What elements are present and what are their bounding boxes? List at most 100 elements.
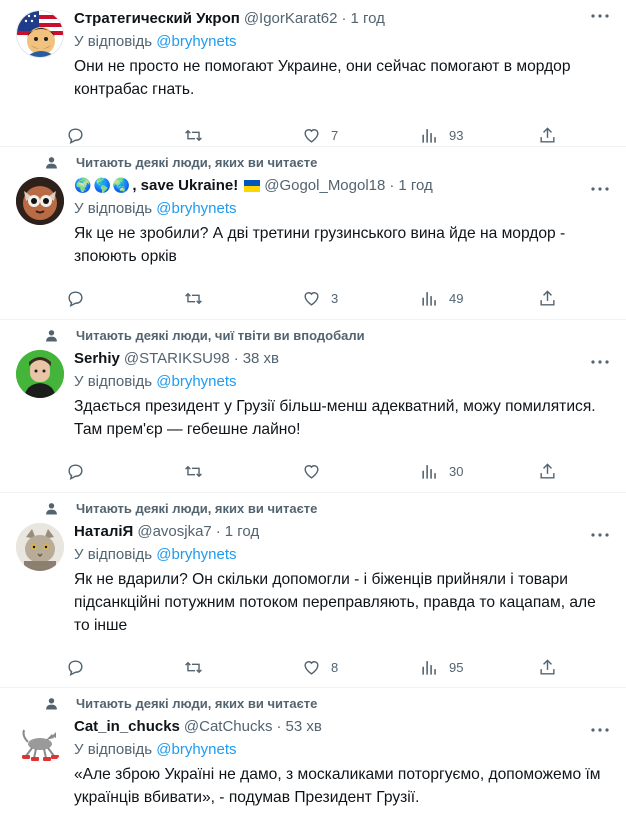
more-options-button[interactable] — [590, 352, 610, 372]
share-icon — [540, 126, 555, 143]
separator-dot: · — [215, 522, 221, 540]
reply-button[interactable] — [66, 462, 146, 481]
separator-dot: · — [341, 9, 347, 27]
view-count: 30 — [449, 463, 464, 479]
more-options-button[interactable] — [590, 6, 610, 26]
avatar[interactable] — [16, 350, 64, 398]
avatar[interactable] — [16, 718, 64, 766]
reply-mention-link[interactable]: @bryhynets — [156, 373, 236, 390]
reply-context: У відповідь @bryhynets — [74, 370, 610, 394]
reply-prefix: У відповідь — [74, 33, 153, 50]
timestamp[interactable]: 1 год — [350, 10, 384, 27]
reply-mention-link[interactable]: @bryhynets — [156, 741, 236, 758]
share-button[interactable] — [538, 462, 562, 481]
like-count: 3 — [331, 290, 339, 306]
like-button[interactable]: 8 — [302, 658, 382, 677]
tweet-text: «Але зброю Україні не дамо, з москаликам… — [74, 766, 601, 806]
reply-mention-link[interactable]: @bryhynets — [156, 546, 236, 563]
retweet-button[interactable] — [184, 126, 264, 145]
tweet[interactable]: Читають деякі люди, яких ви читаєте Ната… — [0, 493, 626, 688]
reply-mention-link[interactable]: @bryhynets — [156, 200, 236, 217]
social-context: Читають деякі люди, яких ви читаєте — [16, 151, 610, 173]
display-name[interactable]: Стратегический Укроп — [74, 10, 240, 27]
tweet-text: Як це не зробили? А дві третини грузинсь… — [74, 225, 566, 265]
reply-context: У відповідь @bryhynets — [74, 543, 610, 567]
reply-button[interactable] — [66, 658, 146, 677]
social-context-text: Читають деякі люди, чиї твіти ви вподоба… — [76, 327, 365, 343]
user-handle[interactable]: @IgorKarat62 — [244, 10, 338, 27]
ellipsis-icon — [591, 360, 609, 364]
share-button[interactable] — [538, 289, 562, 308]
tweet-text: Як не вдарили? Он скільки допомогли - і … — [74, 571, 596, 634]
reply-button[interactable] — [66, 126, 146, 145]
social-context-text: Читають деякі люди, яких ви читаєте — [76, 154, 318, 170]
timestamp[interactable]: 53 хв — [285, 718, 321, 735]
social-context: Читають деякі люди, чиї твіти ви вподоба… — [16, 324, 610, 346]
user-handle[interactable]: @CatChucks — [184, 718, 273, 735]
more-options-button[interactable] — [590, 179, 610, 199]
ellipsis-icon — [591, 728, 609, 732]
view-count: 95 — [449, 659, 464, 675]
tweet[interactable]: Читають деякі люди, яких ви читаєте 🌍 🌎 … — [0, 147, 626, 320]
reply-mention-link[interactable]: @bryhynets — [156, 33, 236, 50]
like-count: 8 — [331, 659, 339, 675]
heart-icon — [304, 660, 319, 675]
avatar[interactable] — [16, 177, 64, 225]
user-handle[interactable]: @avosjka7 — [137, 523, 211, 540]
views-button[interactable]: 49 — [420, 289, 500, 308]
heart-icon — [304, 128, 319, 143]
display-name[interactable]: Serhiy — [74, 350, 120, 367]
timestamp[interactable]: 1 год — [398, 177, 432, 194]
timestamp[interactable]: 1 год — [225, 523, 259, 540]
retweet-icon — [185, 129, 202, 141]
tweet[interactable]: Стратегический Укроп @IgorKarat62 · 1 го… — [0, 0, 626, 147]
share-button[interactable] — [538, 658, 562, 677]
views-button[interactable]: 93 — [420, 126, 500, 145]
social-context: Читають деякі люди, яких ви читаєте — [16, 497, 610, 519]
display-name[interactable]: НаталіЯ — [74, 523, 133, 540]
retweet-button[interactable] — [184, 462, 264, 481]
view-count: 49 — [449, 290, 464, 306]
reply-feed: Стратегический Укроп @IgorKarat62 · 1 го… — [0, 0, 626, 817]
tweet-text: Здається президент у Грузії більш-менш а… — [74, 398, 596, 438]
person-icon — [46, 329, 57, 341]
user-handle[interactable]: @Gogol_Mogol18 — [264, 177, 385, 194]
retweet-button[interactable] — [184, 658, 264, 677]
more-options-button[interactable] — [590, 720, 610, 740]
like-button[interactable]: 3 — [302, 289, 382, 308]
separator-dot: · — [276, 717, 282, 735]
share-icon — [540, 658, 555, 675]
ukraine-flag-icon — [244, 179, 261, 192]
reply-button[interactable] — [66, 289, 146, 308]
avatar[interactable] — [16, 10, 64, 58]
action-bar: 30 — [66, 447, 610, 495]
display-name[interactable]: Cat_in_chucks — [74, 718, 180, 735]
tweet[interactable]: Читають деякі люди, чиї твіти ви вподоба… — [0, 320, 626, 493]
share-icon — [540, 462, 555, 479]
share-button[interactable] — [538, 126, 562, 145]
ellipsis-icon — [591, 14, 609, 18]
avatar[interactable] — [16, 523, 64, 571]
person-icon — [46, 156, 57, 168]
more-options-button[interactable] — [590, 525, 610, 545]
reply-prefix: У відповідь — [74, 373, 153, 390]
reply-context: У відповідь @bryhynets — [74, 30, 610, 54]
heart-icon — [304, 291, 319, 306]
heart-icon — [304, 464, 319, 479]
retweet-button[interactable] — [184, 289, 264, 308]
globe-asia-icon: 🌏 — [112, 176, 131, 193]
reply-prefix: У відповідь — [74, 741, 153, 758]
like-button[interactable] — [302, 462, 382, 481]
tweet[interactable]: Читають деякі люди, яких ви читаєте Cat_… — [0, 688, 626, 817]
views-button[interactable]: 30 — [420, 462, 500, 481]
user-handle[interactable]: @STARIKSU98 — [124, 350, 230, 367]
like-button[interactable]: 7 — [302, 126, 382, 145]
display-name[interactable]: , save Ukraine! — [132, 177, 238, 194]
analytics-icon — [422, 464, 436, 479]
timestamp[interactable]: 38 хв — [243, 350, 279, 367]
person-icon — [46, 502, 57, 514]
ellipsis-icon — [591, 533, 609, 537]
views-button[interactable]: 95 — [420, 658, 500, 677]
analytics-icon — [422, 660, 436, 675]
globe-europe-icon: 🌍 — [74, 176, 92, 193]
